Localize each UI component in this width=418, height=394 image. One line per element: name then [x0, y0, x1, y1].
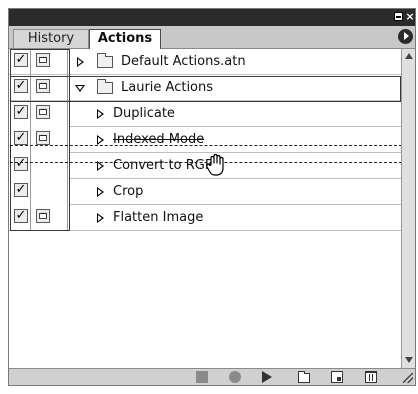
expand-triangle-icon[interactable]	[97, 135, 104, 145]
action-label: Duplicate	[113, 106, 175, 121]
toggle-dialog-checkbox[interactable]	[36, 207, 50, 223]
toggle-item-checkbox[interactable]: ✓	[14, 157, 28, 171]
dialog-icon	[39, 103, 47, 115]
record-icon[interactable]	[229, 371, 241, 383]
dialog-icon	[39, 207, 47, 219]
scroll-down-icon[interactable]	[405, 357, 413, 363]
actions-toolbar	[9, 368, 415, 385]
play-icon[interactable]	[262, 371, 272, 383]
new-action-icon[interactable]	[331, 371, 343, 383]
dialog-icon	[39, 77, 47, 89]
action-label: Crop	[113, 184, 144, 199]
toggle-dialog-checkbox[interactable]	[36, 51, 50, 67]
set-label: Default Actions.atn	[121, 54, 246, 69]
toggle-item-checkbox[interactable]: ✓	[14, 209, 28, 223]
actions-list: ✓ Default Actions.atn ✓ Laurie Actions ✓…	[9, 49, 402, 369]
toggle-item-checkbox[interactable]: ✓	[14, 131, 28, 145]
actions-panel: × History Actions ✓ Default Actions.atn …	[8, 8, 416, 386]
vertical-scrollbar[interactable]	[401, 49, 415, 369]
expand-triangle-icon[interactable]	[77, 57, 84, 67]
tab-history[interactable]: History	[13, 29, 89, 48]
minimize-button[interactable]	[394, 12, 403, 21]
set-label: Laurie Actions	[121, 80, 214, 95]
toggle-dialog-checkbox[interactable]	[36, 77, 50, 93]
stop-icon[interactable]	[196, 371, 208, 383]
collapse-triangle-icon[interactable]	[75, 85, 85, 92]
title-bar: ×	[9, 9, 415, 26]
folder-icon	[97, 53, 113, 68]
toggle-item-checkbox[interactable]: ✓	[14, 105, 28, 119]
tab-strip: History Actions	[9, 26, 415, 49]
panel-menu-button[interactable]	[398, 29, 413, 44]
new-set-icon[interactable]	[298, 371, 310, 383]
dialog-icon	[39, 51, 47, 63]
trash-icon[interactable]	[365, 371, 377, 383]
toggle-item-checkbox[interactable]: ✓	[14, 183, 28, 197]
scroll-up-icon[interactable]	[405, 53, 413, 59]
tab-actions[interactable]: Actions	[89, 29, 161, 49]
expand-triangle-icon[interactable]	[97, 109, 104, 119]
close-button[interactable]: ×	[405, 11, 415, 23]
expand-triangle-icon[interactable]	[97, 161, 104, 171]
resize-grip-icon[interactable]	[403, 373, 413, 383]
action-label: Flatten Image	[113, 210, 204, 225]
expand-triangle-icon[interactable]	[97, 187, 104, 197]
action-label: Indexed Mode	[113, 132, 205, 147]
grab-hand-cursor-icon	[206, 153, 224, 176]
expand-triangle-icon[interactable]	[97, 213, 104, 223]
toggle-dialog-checkbox[interactable]	[36, 103, 50, 119]
dialog-icon	[39, 129, 47, 141]
toggle-item-checkbox[interactable]: ✓	[14, 79, 28, 93]
toggle-item-checkbox[interactable]: ✓	[14, 53, 28, 67]
toggle-dialog-checkbox[interactable]	[36, 129, 50, 145]
action-label: Convert to RGB	[113, 158, 214, 173]
folder-icon	[97, 79, 113, 94]
